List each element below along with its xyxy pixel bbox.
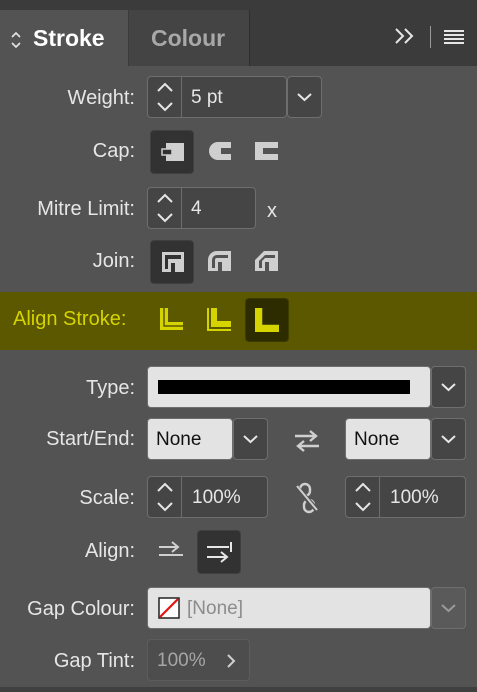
collapse-arrows-icon[interactable] — [10, 30, 22, 50]
end-arrowhead-field[interactable]: None — [345, 418, 431, 460]
align-stroke-label: Align Stroke: — [13, 308, 127, 330]
start-arrowhead-value: None — [156, 429, 202, 450]
start-arrowhead-dropdown[interactable] — [233, 418, 268, 460]
weight-value[interactable]: 5 pt — [191, 87, 223, 109]
projecting-cap-button[interactable] — [245, 130, 289, 174]
none-swatch-icon — [158, 597, 180, 619]
extend-tip-button[interactable] — [150, 530, 194, 574]
round-cap-icon — [209, 142, 231, 160]
mitre-limit-value[interactable]: 4 — [191, 198, 202, 220]
arrow-tip-extend-icon — [159, 541, 183, 556]
tab-divider — [249, 10, 250, 66]
weight-field[interactable]: 5 pt — [147, 76, 287, 118]
join-label: Join: — [92, 250, 135, 272]
gap-tint-field[interactable]: 100% — [147, 639, 250, 681]
cap-label: Cap: — [92, 140, 135, 162]
butt-cap-icon — [161, 143, 184, 161]
tab-stroke[interactable]: Stroke — [0, 10, 128, 66]
round-join-button[interactable] — [198, 240, 242, 284]
mitre-limit-label: Mitre Limit: — [37, 198, 135, 220]
gap-colour-dropdown[interactable] — [431, 587, 466, 629]
gap-tint-value: 100% — [157, 650, 206, 671]
bevel-join-button[interactable] — [245, 240, 289, 284]
panel-bottom-edge — [0, 687, 477, 692]
end-arrowhead-value: None — [354, 429, 400, 450]
tab-stroke-label: Stroke — [33, 25, 105, 51]
align-inside-icon — [207, 308, 231, 331]
start-scale-field[interactable]: 100% — [147, 476, 268, 518]
stepper-arrows-icon — [157, 193, 173, 223]
weight-stepper[interactable] — [148, 77, 182, 117]
panel-menu-icon[interactable] — [444, 29, 464, 45]
solid-stroke-preview — [158, 380, 410, 394]
end-scale-stepper[interactable] — [346, 477, 380, 517]
place-tip-button[interactable] — [197, 530, 241, 574]
miter-join-icon — [162, 252, 184, 272]
align-outside-icon — [255, 308, 279, 332]
arrow-tip-place-icon — [207, 542, 232, 563]
panel-tab-bar: Stroke Colour — [0, 0, 477, 66]
mitre-limit-field[interactable]: 4 — [147, 187, 256, 229]
align-inside-button[interactable] — [198, 298, 242, 342]
align-outside-button[interactable] — [245, 298, 289, 342]
tab-colour[interactable]: Colour — [129, 10, 249, 66]
end-arrowhead-dropdown[interactable] — [431, 418, 466, 460]
scale-label: Scale: — [79, 487, 135, 509]
swap-arrows-icon[interactable] — [291, 427, 323, 455]
bevel-join-icon — [255, 251, 278, 271]
chevron-down-icon — [243, 435, 258, 444]
round-cap-button[interactable] — [198, 130, 242, 174]
align-center-icon — [160, 308, 183, 330]
unlinked-chain-icon[interactable] — [294, 481, 320, 515]
stepper-arrows-icon — [157, 482, 173, 512]
butt-cap-button[interactable] — [150, 130, 194, 174]
start-arrowhead-field[interactable]: None — [147, 418, 233, 460]
round-join-icon — [208, 251, 231, 271]
expand-panel-icon[interactable] — [393, 26, 417, 46]
align-label: Align: — [84, 540, 135, 562]
mitre-limit-stepper[interactable] — [148, 188, 182, 228]
chevron-down-icon — [441, 383, 456, 392]
chevron-down-icon — [441, 435, 456, 444]
gap-colour-field[interactable]: [None] — [147, 587, 431, 629]
weight-dropdown-button[interactable] — [287, 76, 322, 118]
start-scale-stepper[interactable] — [148, 477, 182, 517]
start-scale-value[interactable]: 100% — [192, 487, 241, 509]
stepper-arrows-icon — [355, 482, 371, 512]
stepper-arrows-icon — [157, 82, 173, 112]
weight-label: Weight: — [67, 87, 135, 109]
chevron-down-icon — [297, 93, 312, 102]
end-scale-field[interactable]: 100% — [345, 476, 466, 518]
projecting-cap-icon — [255, 142, 278, 160]
tab-colour-label: Colour — [151, 25, 226, 51]
gap-colour-label: Gap Colour: — [27, 598, 135, 620]
chevron-down-icon — [441, 604, 456, 613]
mitre-limit-unit: x — [267, 200, 277, 222]
chevron-right-icon[interactable] — [224, 652, 238, 670]
type-dropdown-button[interactable] — [431, 366, 466, 408]
gap-colour-value: [None] — [187, 598, 243, 619]
miter-join-button[interactable] — [150, 240, 194, 284]
align-center-button[interactable] — [150, 298, 194, 342]
stroke-type-field[interactable] — [147, 366, 431, 408]
start-end-label: Start/End: — [46, 428, 135, 450]
gap-tint-label: Gap Tint: — [53, 650, 135, 672]
header-divider — [430, 26, 431, 48]
end-scale-value[interactable]: 100% — [390, 487, 439, 509]
type-label: Type: — [86, 377, 135, 399]
